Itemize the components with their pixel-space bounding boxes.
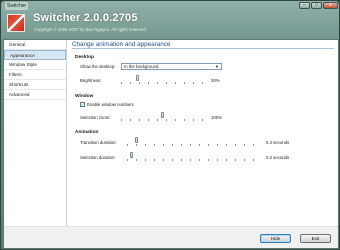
slider-ticks	[121, 119, 203, 121]
app-logo-icon	[7, 14, 25, 32]
animation-section-title: Animation	[75, 130, 99, 135]
brightness-slider[interactable]	[121, 75, 203, 84]
selection-duration-label: Selection duration:	[80, 155, 116, 160]
transition-duration-value: 0.4 seconds	[266, 140, 290, 145]
header-banner: Switcher 2.0.0.2705 Copyright © 2006-200…	[3, 11, 339, 39]
show-desktop-label: Show the desktop:	[80, 64, 116, 69]
app-title: Switcher 2.0.0.2705	[33, 12, 138, 24]
sidebar-item-appearance[interactable]: Appearance	[4, 50, 66, 60]
chevron-down-icon[interactable]: ▼	[215, 64, 219, 69]
selection-zoom-label: Selection zoom:	[80, 115, 111, 120]
caption-buttons: – □ x	[299, 2, 338, 9]
window-section-title: Window	[75, 94, 94, 99]
hide-button[interactable]: Hide	[260, 234, 291, 243]
slider-track	[127, 155, 258, 156]
slider-thumb[interactable]	[136, 75, 140, 81]
desktop-section-title: Desktop	[75, 55, 94, 60]
slider-track	[127, 140, 258, 141]
maximize-button[interactable]: □	[311, 2, 322, 9]
enable-window-numbers-label: Enable window numbers	[87, 102, 134, 107]
transition-duration-slider[interactable]	[127, 137, 258, 146]
show-desktop-value: In the background	[124, 64, 159, 69]
exit-button[interactable]: Exit	[300, 234, 331, 243]
slider-ticks	[121, 82, 203, 84]
client-area: General Appearance Window Style Filters …	[3, 39, 339, 249]
settings-panel: Change animation and appearance Desktop …	[68, 40, 338, 226]
selection-zoom-slider[interactable]	[121, 112, 203, 121]
close-button[interactable]: x	[323, 2, 338, 9]
selection-duration-slider[interactable]	[127, 152, 258, 161]
copyright-text: Copyright © 2006-2007 by Bao Nguyen. All…	[34, 27, 147, 32]
slider-thumb[interactable]	[135, 137, 139, 143]
selection-zoom-value: 100%	[211, 115, 222, 120]
sidebar-item-general[interactable]: General	[4, 40, 66, 50]
title-bar[interactable]: Switcher – □ x	[1, 1, 340, 11]
checkmark-icon: ✓	[81, 102, 85, 107]
brightness-value: 20%	[211, 78, 220, 83]
brightness-label: Brightness:	[80, 78, 102, 83]
sidebar-item-advanced[interactable]: Advanced	[4, 90, 66, 100]
slider-ticks	[127, 144, 258, 146]
window-title: Switcher	[5, 2, 29, 10]
footer-bar: Hide Exit	[4, 226, 338, 248]
slider-track	[121, 78, 203, 79]
enable-window-numbers-checkbox[interactable]: ✓	[80, 102, 85, 107]
minimize-button[interactable]: –	[299, 2, 310, 9]
slider-thumb[interactable]	[129, 152, 133, 158]
sidebar-item-filters[interactable]: Filters	[4, 70, 66, 80]
app-window: Switcher – □ x Switcher 2.0.0.2705 Copyr…	[0, 0, 340, 250]
show-desktop-select[interactable]: In the background ▼	[121, 63, 222, 70]
page-title: Change animation and appearance	[72, 40, 334, 49]
sidebar: General Appearance Window Style Filters …	[4, 40, 67, 226]
selection-duration-value: 0.2 seconds	[266, 155, 290, 160]
slider-thumb[interactable]	[161, 112, 164, 118]
sidebar-item-window-style[interactable]: Window Style	[4, 60, 66, 70]
slider-ticks	[127, 159, 258, 161]
sidebar-item-shortcuts[interactable]: Shortcuts	[4, 80, 66, 90]
transition-duration-label: Transition duration:	[80, 140, 117, 145]
